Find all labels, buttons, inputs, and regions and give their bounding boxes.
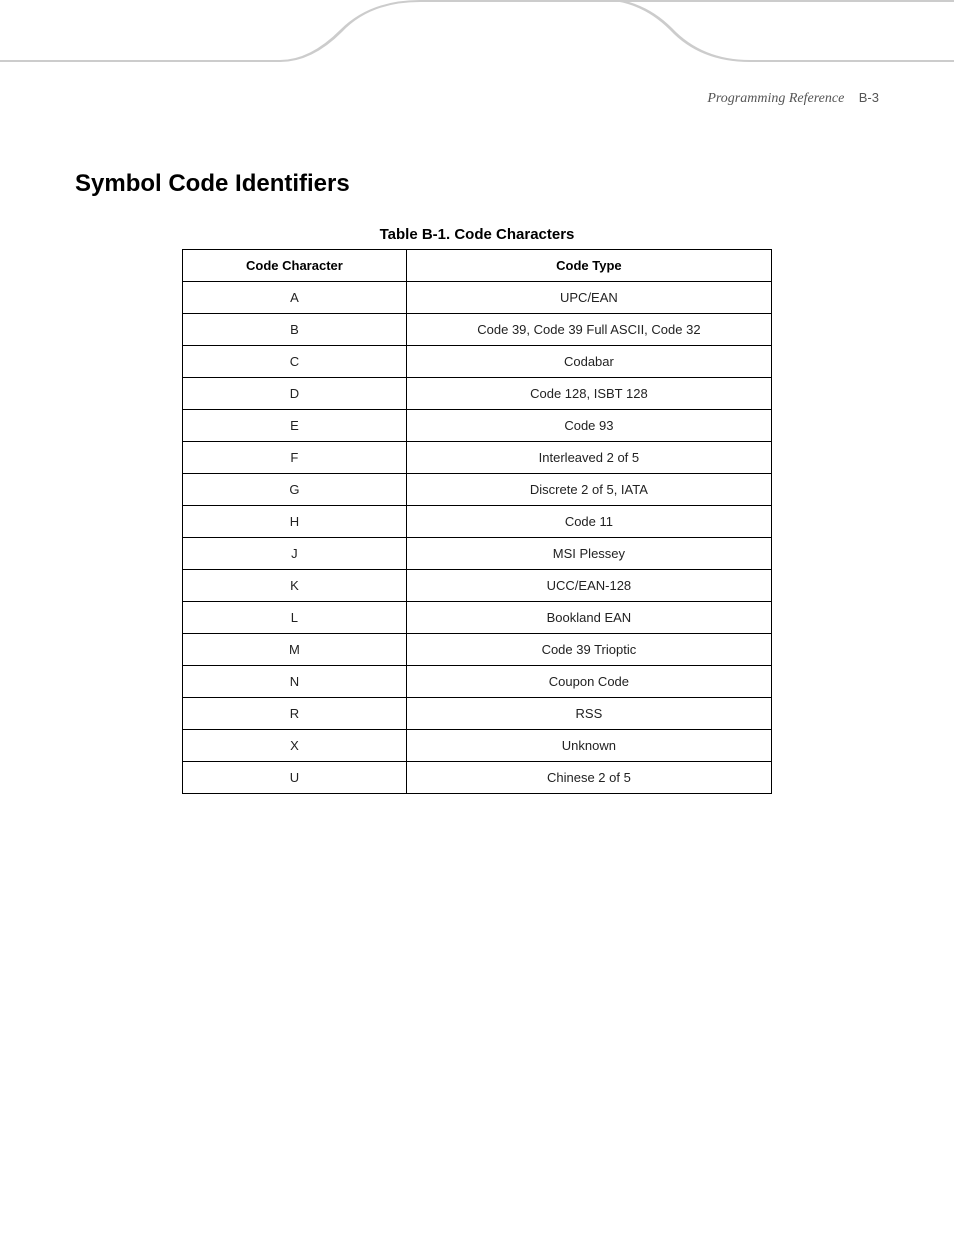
table-row: AUPC/EAN bbox=[183, 282, 772, 314]
cell-code-character: C bbox=[183, 346, 407, 378]
table-row: DCode 128, ISBT 128 bbox=[183, 378, 772, 410]
table-row: KUCC/EAN-128 bbox=[183, 570, 772, 602]
table-row: CCodabar bbox=[183, 346, 772, 378]
cell-code-type: Code 93 bbox=[406, 410, 771, 442]
cell-code-type: Codabar bbox=[406, 346, 771, 378]
table-row: HCode 11 bbox=[183, 506, 772, 538]
page-content: Symbol Code Identifiers Table B-1. Code … bbox=[0, 170, 954, 794]
table-header-row: Code Character Code Type bbox=[183, 250, 772, 282]
cell-code-type: Unknown bbox=[406, 730, 771, 762]
cell-code-type: Interleaved 2 of 5 bbox=[406, 442, 771, 474]
cell-code-character: B bbox=[183, 314, 407, 346]
section-heading: Symbol Code Identifiers bbox=[75, 170, 879, 198]
cell-code-character: N bbox=[183, 666, 407, 698]
header-page-number: B-3 bbox=[859, 90, 879, 105]
table-row: RRSS bbox=[183, 698, 772, 730]
cell-code-type: Discrete 2 of 5, IATA bbox=[406, 474, 771, 506]
running-header: Programming Reference B-3 bbox=[707, 90, 879, 107]
cell-code-type: UPC/EAN bbox=[406, 282, 771, 314]
cell-code-type: Coupon Code bbox=[406, 666, 771, 698]
cell-code-character: H bbox=[183, 506, 407, 538]
cell-code-character: U bbox=[183, 762, 407, 794]
cell-code-type: Bookland EAN bbox=[406, 602, 771, 634]
cell-code-type: MSI Plessey bbox=[406, 538, 771, 570]
table-row: BCode 39, Code 39 Full ASCII, Code 32 bbox=[183, 314, 772, 346]
cell-code-type: Code 39, Code 39 Full ASCII, Code 32 bbox=[406, 314, 771, 346]
cell-code-character: X bbox=[183, 730, 407, 762]
cell-code-character: A bbox=[183, 282, 407, 314]
cell-code-character: D bbox=[183, 378, 407, 410]
col-header-code-character: Code Character bbox=[183, 250, 407, 282]
cell-code-character: J bbox=[183, 538, 407, 570]
page-header: Programming Reference B-3 bbox=[0, 0, 954, 70]
table-caption: Table B-1. Code Characters bbox=[75, 226, 879, 243]
cell-code-type: UCC/EAN-128 bbox=[406, 570, 771, 602]
cell-code-type: Code 39 Trioptic bbox=[406, 634, 771, 666]
cell-code-type: Code 128, ISBT 128 bbox=[406, 378, 771, 410]
table-row: FInterleaved 2 of 5 bbox=[183, 442, 772, 474]
cell-code-character: G bbox=[183, 474, 407, 506]
table-row: XUnknown bbox=[183, 730, 772, 762]
cell-code-character: L bbox=[183, 602, 407, 634]
cell-code-character: E bbox=[183, 410, 407, 442]
table-row: UChinese 2 of 5 bbox=[183, 762, 772, 794]
table-row: GDiscrete 2 of 5, IATA bbox=[183, 474, 772, 506]
cell-code-character: R bbox=[183, 698, 407, 730]
table-row: LBookland EAN bbox=[183, 602, 772, 634]
table-row: ECode 93 bbox=[183, 410, 772, 442]
table-row: NCoupon Code bbox=[183, 666, 772, 698]
cell-code-character: F bbox=[183, 442, 407, 474]
code-characters-table: Code Character Code Type AUPC/EANBCode 3… bbox=[182, 249, 772, 794]
table-row: JMSI Plessey bbox=[183, 538, 772, 570]
cell-code-character: M bbox=[183, 634, 407, 666]
header-rule-left bbox=[0, 60, 280, 62]
cell-code-character: K bbox=[183, 570, 407, 602]
col-header-code-type: Code Type bbox=[406, 250, 771, 282]
cell-code-type: RSS bbox=[406, 698, 771, 730]
header-section-name: Programming Reference bbox=[707, 91, 844, 106]
table-row: MCode 39 Trioptic bbox=[183, 634, 772, 666]
cell-code-type: Chinese 2 of 5 bbox=[406, 762, 771, 794]
cell-code-type: Code 11 bbox=[406, 506, 771, 538]
